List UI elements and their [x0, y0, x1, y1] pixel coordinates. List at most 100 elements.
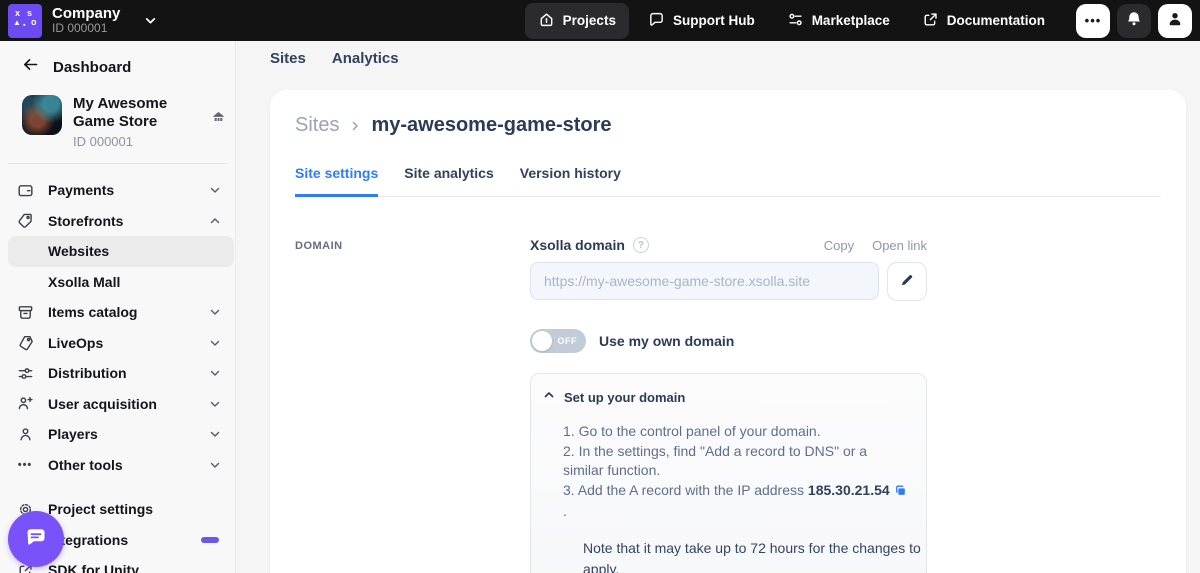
chevron-down-icon — [209, 337, 221, 349]
archive-box-icon — [16, 304, 34, 321]
xsolla-logo[interactable]: x s ▲ ▪ o — [8, 4, 42, 38]
own-domain-toggle-row: OFF Use my own domain — [530, 329, 927, 353]
copy-link[interactable]: Copy — [824, 238, 854, 253]
logo-glyph: o — [31, 17, 37, 27]
card-tabs: Site settings Site analytics Version his… — [295, 165, 1161, 197]
sidebar-item-players[interactable]: Players — [0, 419, 235, 450]
setup-domain-panel: Set up your domain 1. Go to the control … — [530, 373, 927, 573]
site-settings-card: Sites my-awesome-game-store Site setting… — [270, 90, 1186, 573]
tab-site-analytics[interactable]: Site analytics — [404, 165, 494, 197]
setup-domain-steps: 1. Go to the control panel of your domai… — [563, 422, 910, 573]
chevron-down-icon — [209, 367, 221, 379]
ip-address: 185.30.21.54 — [808, 482, 890, 498]
support-hub-button[interactable]: Support Hub — [635, 3, 768, 39]
documentation-button[interactable]: Documentation — [909, 3, 1058, 39]
setup-note: Note that it may take up to 72 hours for… — [583, 538, 943, 573]
sidebar-item-xsolla-mall[interactable]: Xsolla Mall — [0, 267, 235, 298]
own-domain-label: Use my own domain — [599, 333, 734, 349]
tag-icon — [16, 212, 34, 229]
top-nav: Projects Support Hub Marketplace Documen… — [525, 3, 1058, 39]
chevron-down-icon — [209, 306, 221, 318]
user-plus-icon — [16, 395, 34, 412]
support-hub-label: Support Hub — [673, 13, 755, 28]
user-icon — [16, 426, 34, 443]
back-to-dashboard[interactable]: Dashboard — [0, 55, 235, 79]
account-button[interactable] — [1158, 4, 1192, 38]
breadcrumb-sites-link[interactable]: Sites — [295, 114, 339, 137]
support-chat-fab[interactable] — [8, 511, 64, 567]
setup-step-2: 2. In the settings, find "Add a record t… — [563, 442, 910, 481]
own-domain-toggle[interactable]: OFF — [530, 329, 586, 353]
chat-bubble-icon — [648, 11, 665, 31]
sidebar-item-payments[interactable]: Payments — [0, 175, 235, 206]
menu-gap — [0, 480, 235, 494]
chevron-down-icon — [209, 459, 221, 471]
projects-button[interactable]: Projects — [525, 3, 629, 39]
chevron-up-icon — [209, 215, 221, 227]
bell-icon — [1125, 10, 1143, 31]
projects-button-label: Projects — [563, 13, 616, 28]
project-name: My Awesome Game Store — [73, 95, 211, 131]
domain-section-label: DOMAIN — [295, 237, 530, 573]
ellipsis-icon: ••• — [1085, 13, 1102, 28]
sidebar: Dashboard My Awesome Game Store ID 00000… — [0, 41, 236, 573]
user-icon — [1166, 10, 1184, 31]
chevron-down-icon — [209, 428, 221, 440]
top-header-bar: x s ▲ ▪ o Company ID 000001 Projects — [0, 0, 1200, 41]
app-root: x s ▲ ▪ o Company ID 000001 Projects — [0, 0, 1200, 573]
sidebar-item-websites[interactable]: Websites — [8, 236, 234, 267]
logo-glyph: ▪ — [23, 22, 25, 29]
setup-step-3: 3. Add the A record with the IP address … — [563, 481, 910, 522]
sidebar-item-liveops[interactable]: LiveOps — [0, 328, 235, 359]
sliders-icon — [16, 365, 34, 382]
xsolla-domain-label: Xsolla domain — [530, 237, 625, 253]
company-switcher[interactable]: Company ID 000001 — [52, 5, 120, 36]
beta-badge — [201, 537, 219, 543]
tab-version-history[interactable]: Version history — [520, 165, 621, 197]
company-name: Company — [52, 5, 120, 22]
project-card[interactable]: My Awesome Game Store ID 000001 — [22, 95, 219, 149]
tab-analytics[interactable]: Analytics — [332, 50, 399, 67]
setup-domain-title: Set up your domain — [564, 390, 685, 405]
sidebar-divider — [8, 163, 227, 164]
setup-step-1: 1. Go to the control panel of your domai… — [563, 422, 910, 442]
header-icon-buttons: ••• — [1076, 4, 1192, 38]
home-icon[interactable] — [211, 109, 226, 131]
sidebar-item-distribution[interactable]: Distribution — [0, 358, 235, 389]
tag-icon — [16, 334, 34, 351]
setup-domain-collapse[interactable]: Set up your domain — [543, 388, 910, 406]
marketplace-button[interactable]: Marketplace — [774, 3, 903, 39]
xsolla-domain-input[interactable] — [530, 262, 879, 300]
notifications-button[interactable] — [1117, 4, 1151, 38]
domain-section: DOMAIN Xsolla domain ? Copy Open link — [295, 237, 1186, 573]
dashboard-label: Dashboard — [53, 59, 131, 76]
copy-ip-icon[interactable] — [894, 483, 907, 503]
chevron-down-icon — [209, 184, 221, 196]
tab-site-settings[interactable]: Site settings — [295, 165, 378, 197]
toggle-state-label: OFF — [558, 336, 578, 346]
wallet-icon — [16, 182, 34, 199]
sidebar-item-storefronts[interactable]: Storefronts — [0, 206, 235, 237]
sidebar-item-items-catalog[interactable]: Items catalog — [0, 297, 235, 328]
pencil-icon — [899, 272, 915, 291]
marketplace-label: Marketplace — [812, 13, 890, 28]
logo-glyph: x — [15, 8, 20, 18]
chevron-down-icon[interactable] — [144, 14, 157, 27]
open-link[interactable]: Open link — [872, 238, 927, 253]
company-id: ID 000001 — [52, 22, 120, 36]
sidebar-item-other-tools[interactable]: ••• Other tools — [0, 450, 235, 481]
home-icon — [538, 11, 555, 31]
chat-icon — [22, 523, 50, 556]
chevron-up-icon — [543, 388, 555, 406]
more-options-button[interactable]: ••• — [1076, 4, 1110, 38]
chevron-down-icon — [209, 398, 221, 410]
toggle-knob — [532, 331, 552, 351]
back-arrow-icon — [22, 57, 39, 77]
documentation-label: Documentation — [947, 13, 1045, 28]
sidebar-item-user-acquisition[interactable]: User acquisition — [0, 389, 235, 420]
external-link-icon — [922, 11, 939, 31]
help-icon[interactable]: ? — [633, 237, 649, 253]
edit-domain-button[interactable] — [887, 262, 927, 301]
sliders-icon — [787, 11, 804, 31]
tab-sites[interactable]: Sites — [270, 50, 306, 67]
